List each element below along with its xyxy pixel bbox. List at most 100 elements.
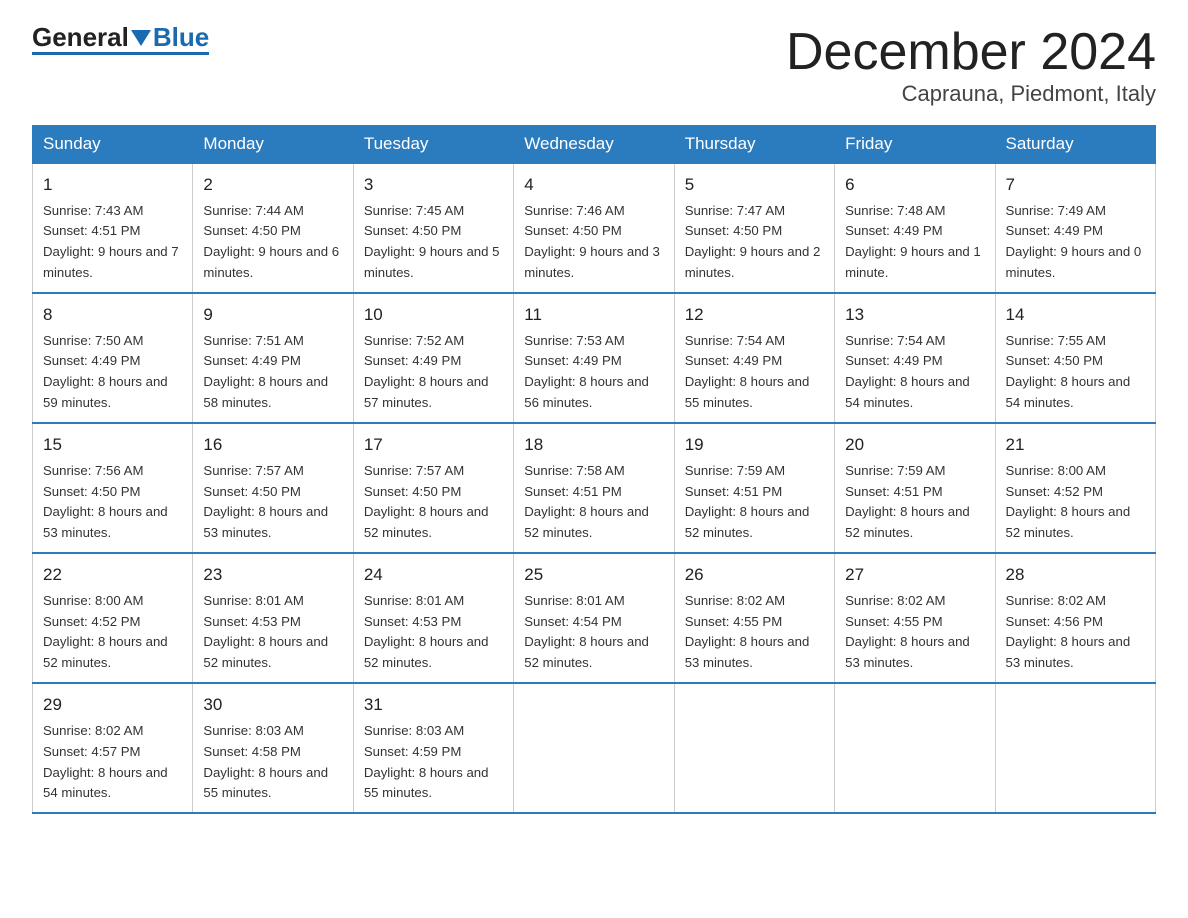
table-row	[835, 683, 995, 813]
day-number: 9	[203, 302, 342, 328]
table-row: 9 Sunrise: 7:51 AMSunset: 4:49 PMDaylight…	[193, 293, 353, 423]
day-info: Sunrise: 8:00 AMSunset: 4:52 PMDaylight:…	[43, 593, 168, 671]
table-row: 14 Sunrise: 7:55 AMSunset: 4:50 PMDayligh…	[995, 293, 1155, 423]
day-info: Sunrise: 8:01 AMSunset: 4:54 PMDaylight:…	[524, 593, 649, 671]
day-info: Sunrise: 7:59 AMSunset: 4:51 PMDaylight:…	[685, 463, 810, 541]
day-info: Sunrise: 7:54 AMSunset: 4:49 PMDaylight:…	[685, 333, 810, 411]
table-row: 18 Sunrise: 7:58 AMSunset: 4:51 PMDayligh…	[514, 423, 674, 553]
table-row: 4 Sunrise: 7:46 AMSunset: 4:50 PMDaylight…	[514, 163, 674, 293]
day-info: Sunrise: 7:48 AMSunset: 4:49 PMDaylight:…	[845, 203, 981, 281]
table-row: 23 Sunrise: 8:01 AMSunset: 4:53 PMDayligh…	[193, 553, 353, 683]
day-info: Sunrise: 7:57 AMSunset: 4:50 PMDaylight:…	[203, 463, 328, 541]
table-row: 1 Sunrise: 7:43 AMSunset: 4:51 PMDaylight…	[33, 163, 193, 293]
table-row: 6 Sunrise: 7:48 AMSunset: 4:49 PMDaylight…	[835, 163, 995, 293]
table-row	[674, 683, 834, 813]
table-row: 22 Sunrise: 8:00 AMSunset: 4:52 PMDayligh…	[33, 553, 193, 683]
table-row: 31 Sunrise: 8:03 AMSunset: 4:59 PMDayligh…	[353, 683, 513, 813]
col-wednesday: Wednesday	[514, 126, 674, 164]
day-number: 26	[685, 562, 824, 588]
table-row: 5 Sunrise: 7:47 AMSunset: 4:50 PMDaylight…	[674, 163, 834, 293]
table-row: 7 Sunrise: 7:49 AMSunset: 4:49 PMDaylight…	[995, 163, 1155, 293]
col-friday: Friday	[835, 126, 995, 164]
day-number: 23	[203, 562, 342, 588]
table-row: 8Sunrise: 7:50 AMSunset: 4:49 PMDaylight…	[33, 293, 193, 423]
logo-blue-text: Blue	[153, 24, 209, 50]
day-info: Sunrise: 8:01 AMSunset: 4:53 PMDaylight:…	[364, 593, 489, 671]
table-row: 10 Sunrise: 7:52 AMSunset: 4:49 PMDayligh…	[353, 293, 513, 423]
table-row: 28 Sunrise: 8:02 AMSunset: 4:56 PMDayligh…	[995, 553, 1155, 683]
day-number: 28	[1006, 562, 1145, 588]
table-row: 27 Sunrise: 8:02 AMSunset: 4:55 PMDayligh…	[835, 553, 995, 683]
day-info: Sunrise: 7:51 AMSunset: 4:49 PMDaylight:…	[203, 333, 328, 411]
day-number: 14	[1006, 302, 1145, 328]
table-row: 3 Sunrise: 7:45 AMSunset: 4:50 PMDaylight…	[353, 163, 513, 293]
table-row: 19 Sunrise: 7:59 AMSunset: 4:51 PMDayligh…	[674, 423, 834, 553]
day-number: 11	[524, 302, 663, 328]
day-info: Sunrise: 7:59 AMSunset: 4:51 PMDaylight:…	[845, 463, 970, 541]
logo: General Blue	[32, 24, 209, 55]
table-row	[995, 683, 1155, 813]
day-info: Sunrise: 7:47 AMSunset: 4:50 PMDaylight:…	[685, 203, 821, 281]
day-info: Sunrise: 7:55 AMSunset: 4:50 PMDaylight:…	[1006, 333, 1131, 411]
day-number: 7	[1006, 172, 1145, 198]
day-info: Sunrise: 7:50 AMSunset: 4:49 PMDaylight:…	[43, 333, 168, 411]
table-row: 17Sunrise: 7:57 AMSunset: 4:50 PMDayligh…	[353, 423, 513, 553]
day-number: 29	[43, 692, 182, 718]
day-info: Sunrise: 7:58 AMSunset: 4:51 PMDaylight:…	[524, 463, 649, 541]
table-row: 16 Sunrise: 7:57 AMSunset: 4:50 PMDayligh…	[193, 423, 353, 553]
day-info: Sunrise: 8:03 AMSunset: 4:59 PMDaylight:…	[364, 723, 489, 801]
day-number: 3	[364, 172, 503, 198]
day-info: Sunrise: 7:53 AMSunset: 4:49 PMDaylight:…	[524, 333, 649, 411]
logo-general-text: General	[32, 24, 129, 50]
day-number: 15	[43, 432, 182, 458]
day-number: 21	[1006, 432, 1145, 458]
day-number: 19	[685, 432, 824, 458]
logo-underline	[32, 52, 209, 55]
day-number: 18	[524, 432, 663, 458]
table-row: 11 Sunrise: 7:53 AMSunset: 4:49 PMDayligh…	[514, 293, 674, 423]
col-thursday: Thursday	[674, 126, 834, 164]
day-number: 13	[845, 302, 984, 328]
day-info: Sunrise: 7:45 AMSunset: 4:50 PMDaylight:…	[364, 203, 500, 281]
day-info: Sunrise: 7:49 AMSunset: 4:49 PMDaylight:…	[1006, 203, 1142, 281]
day-info: Sunrise: 8:02 AMSunset: 4:56 PMDaylight:…	[1006, 593, 1131, 671]
table-row: 21 Sunrise: 8:00 AMSunset: 4:52 PMDayligh…	[995, 423, 1155, 553]
day-number: 4	[524, 172, 663, 198]
day-info: Sunrise: 8:02 AMSunset: 4:55 PMDaylight:…	[845, 593, 970, 671]
day-number: 25	[524, 562, 663, 588]
table-row: 26Sunrise: 8:02 AMSunset: 4:55 PMDayligh…	[674, 553, 834, 683]
calendar-table: Sunday Monday Tuesday Wednesday Thursday…	[32, 125, 1156, 814]
day-info: Sunrise: 8:01 AMSunset: 4:53 PMDaylight:…	[203, 593, 328, 671]
table-row: 20Sunrise: 7:59 AMSunset: 4:51 PMDayligh…	[835, 423, 995, 553]
logo-triangle-icon	[131, 30, 151, 46]
table-row: 30Sunrise: 8:03 AMSunset: 4:58 PMDayligh…	[193, 683, 353, 813]
col-monday: Monday	[193, 126, 353, 164]
header: General Blue December 2024 Caprauna, Pie…	[32, 24, 1156, 107]
day-info: Sunrise: 7:54 AMSunset: 4:49 PMDaylight:…	[845, 333, 970, 411]
day-number: 12	[685, 302, 824, 328]
day-info: Sunrise: 7:43 AMSunset: 4:51 PMDaylight:…	[43, 203, 179, 281]
day-info: Sunrise: 7:52 AMSunset: 4:49 PMDaylight:…	[364, 333, 489, 411]
calendar-subtitle: Caprauna, Piedmont, Italy	[786, 81, 1156, 107]
day-number: 22	[43, 562, 182, 588]
table-row	[514, 683, 674, 813]
title-area: December 2024 Caprauna, Piedmont, Italy	[786, 24, 1156, 107]
calendar-header-row: Sunday Monday Tuesday Wednesday Thursday…	[33, 126, 1156, 164]
day-info: Sunrise: 7:46 AMSunset: 4:50 PMDaylight:…	[524, 203, 660, 281]
day-number: 16	[203, 432, 342, 458]
calendar-title: December 2024	[786, 24, 1156, 81]
day-number: 5	[685, 172, 824, 198]
day-number: 2	[203, 172, 342, 198]
day-number: 31	[364, 692, 503, 718]
day-info: Sunrise: 8:00 AMSunset: 4:52 PMDaylight:…	[1006, 463, 1131, 541]
day-number: 24	[364, 562, 503, 588]
day-number: 1	[43, 172, 182, 198]
table-row: 2Sunrise: 7:44 AMSunset: 4:50 PMDaylight…	[193, 163, 353, 293]
day-number: 27	[845, 562, 984, 588]
col-tuesday: Tuesday	[353, 126, 513, 164]
table-row: 12 Sunrise: 7:54 AMSunset: 4:49 PMDayligh…	[674, 293, 834, 423]
day-number: 10	[364, 302, 503, 328]
col-saturday: Saturday	[995, 126, 1155, 164]
day-number: 6	[845, 172, 984, 198]
table-row: 13 Sunrise: 7:54 AMSunset: 4:49 PMDayligh…	[835, 293, 995, 423]
